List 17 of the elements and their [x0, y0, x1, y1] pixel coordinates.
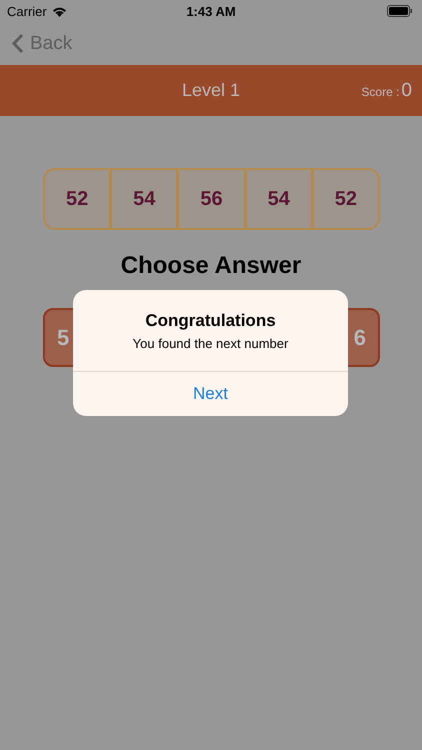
- alert-title: Congratulations: [145, 310, 276, 330]
- sequence-number: 52: [64, 186, 90, 212]
- chevron-left-icon: [12, 33, 24, 54]
- sequence-number: 54: [109, 170, 176, 228]
- level-title: Level 1: [182, 80, 240, 101]
- clock-time: 1:43 AM: [186, 4, 236, 18]
- carrier-label: Carrier: [7, 4, 47, 18]
- back-button[interactable]: Back: [12, 32, 72, 54]
- sequence-number: 52: [310, 170, 378, 228]
- alert-message: You found the next number: [132, 336, 288, 350]
- wifi-icon: [52, 6, 67, 16]
- sequence-number: 54: [244, 170, 311, 228]
- prompt-text: Choose Answer: [120, 252, 302, 280]
- sequence-number: 56: [176, 170, 244, 228]
- score-label: Score :0: [361, 80, 412, 102]
- battery-icon: [387, 5, 413, 17]
- next-button[interactable]: Next: [73, 372, 348, 416]
